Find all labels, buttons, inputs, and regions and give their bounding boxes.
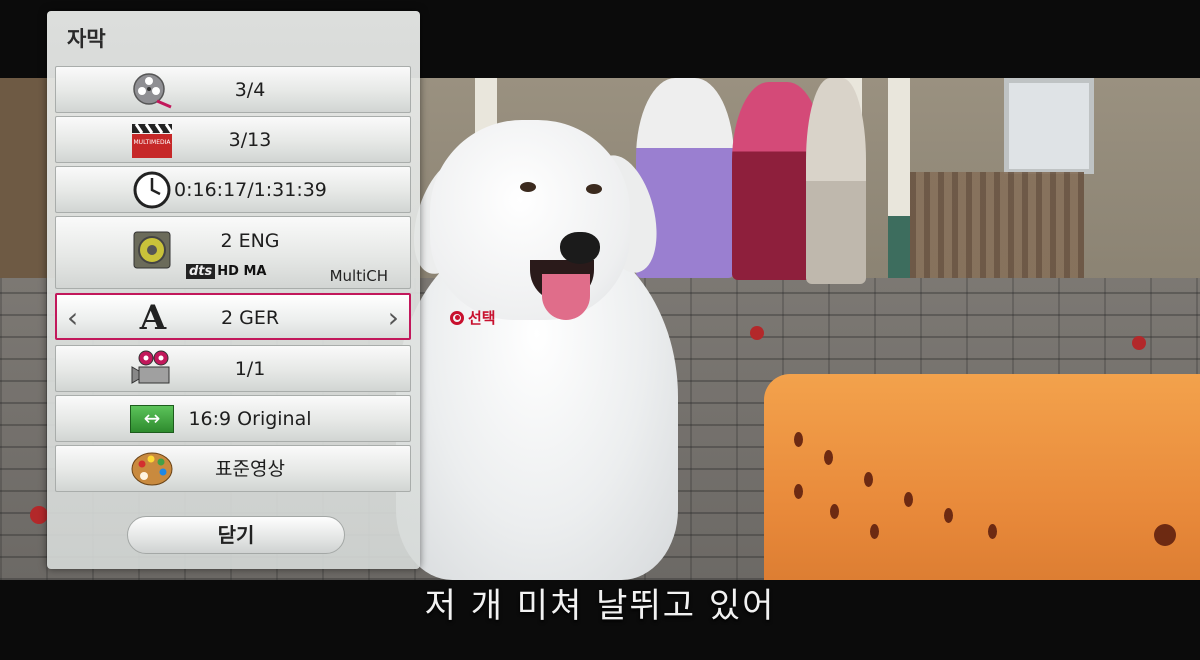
dts-hd-ma-logo: dts HD MA — [186, 264, 266, 279]
select-hint: 선택 — [450, 307, 496, 328]
palette-icon — [130, 450, 174, 488]
menu-row-chapter[interactable]: MULTIMEDIA 3/13 — [55, 116, 411, 163]
menu-row-title[interactable]: 3/4 — [55, 66, 411, 113]
crate-hole — [824, 450, 833, 465]
dog-eye — [520, 182, 536, 192]
crate-hole — [1154, 524, 1176, 546]
crate-hole — [944, 508, 953, 523]
menu-row-subtitle[interactable]: ‹ A 2 GER › — [55, 293, 411, 340]
crate-hole — [870, 524, 879, 539]
select-hint-label: 선택 — [468, 309, 496, 327]
dog-nose — [560, 232, 600, 264]
chevron-right-icon[interactable]: › — [388, 303, 399, 333]
crate-hole — [864, 472, 873, 487]
camera-icon — [130, 350, 174, 388]
menu-row-angle[interactable]: 1/1 — [55, 345, 411, 392]
close-button[interactable]: 닫기 — [127, 516, 345, 554]
crate-hole — [830, 504, 839, 519]
apple — [30, 506, 48, 524]
audio-channels: MultiCH — [329, 267, 388, 285]
crate-hole — [904, 492, 913, 507]
chapter-value: 3/13 — [228, 129, 272, 151]
crate-hole — [794, 432, 803, 447]
clock-icon — [130, 171, 174, 209]
pet-crate — [764, 374, 1200, 580]
building-window — [1004, 78, 1094, 174]
clapperboard-badge: MULTIMEDIA — [134, 139, 172, 146]
wooden-bench — [910, 172, 1084, 282]
dog-eye — [586, 184, 602, 194]
menu-row-aspect-ratio[interactable]: ↔ 16:9 Original — [55, 395, 411, 442]
time-value: 0:16:17/1:31:39 — [174, 179, 327, 201]
crate-hole — [988, 524, 997, 539]
panel-title: 자막 — [67, 27, 106, 51]
person-figure — [806, 78, 866, 284]
apple — [750, 326, 764, 340]
film-reel-icon — [130, 71, 174, 109]
title-value: 3/4 — [234, 79, 266, 101]
subtitle-language-value: 2 GER — [220, 307, 280, 329]
angle-value: 1/1 — [234, 358, 266, 380]
dog-tongue — [542, 274, 590, 320]
menu-row-picture-mode[interactable]: 표준영상 — [55, 445, 411, 492]
audio-value: 2 ENG — [220, 230, 280, 252]
chevron-left-icon[interactable]: ‹ — [67, 303, 78, 333]
speaker-icon — [130, 231, 174, 269]
subtitle-text: 저 개 미쳐 날뛰고 있어 — [424, 586, 776, 626]
aspect-ratio-icon: ↔ — [130, 400, 174, 438]
aspect-ratio-arrows: ↔ — [130, 405, 174, 433]
dog-head — [430, 120, 630, 320]
playback-info-panel: 자막 3/4 MULTIMEDIA 3/13 0:16:17/1:31:39 2… — [47, 11, 420, 569]
aspect-ratio-value: 16:9 Original — [188, 408, 312, 430]
menu-row-audio[interactable]: 2 ENG dts HD MA MultiCH — [55, 216, 411, 289]
menu-row-time[interactable]: 0:16:17/1:31:39 — [55, 166, 411, 213]
letter-a-icon: A — [139, 298, 167, 338]
apple — [1132, 336, 1146, 350]
picture-mode-value: 표준영상 — [215, 458, 285, 480]
crate-hole — [794, 484, 803, 499]
ok-button-icon — [450, 310, 464, 325]
clapperboard-icon: MULTIMEDIA — [130, 121, 174, 159]
